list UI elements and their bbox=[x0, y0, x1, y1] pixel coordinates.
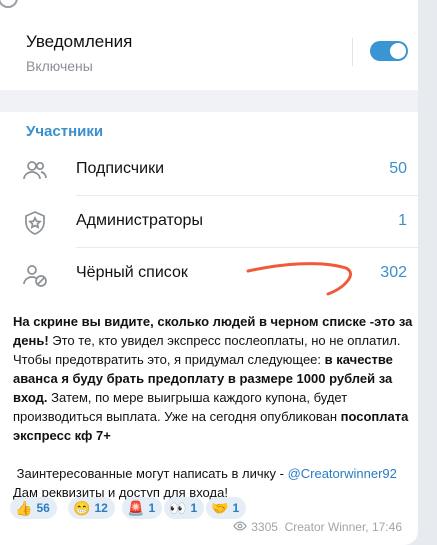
members-row-admins[interactable]: Администраторы 1 bbox=[0, 196, 418, 248]
notifications-status: Включены bbox=[26, 58, 93, 74]
reaction-count: 1 bbox=[148, 501, 156, 515]
members-row-subscribers[interactable]: Подписчики 50 bbox=[0, 144, 418, 196]
author-time: Creator Winner, 17:46 bbox=[284, 520, 402, 534]
username-link[interactable]: @Creatorwinner92 bbox=[288, 466, 397, 481]
toggle-knob bbox=[390, 43, 406, 59]
channel-info-bubble: Уведомления Включены Участники Подписчик… bbox=[0, 0, 418, 545]
reaction-handshake[interactable]: 🤝 1 bbox=[206, 497, 247, 519]
message-meta: 3305 Creator Winner, 17:46 bbox=[233, 520, 402, 534]
subscribers-icon bbox=[22, 158, 48, 184]
section-separator bbox=[0, 90, 418, 112]
views-count: 3305 bbox=[251, 520, 278, 534]
blacklist-icon bbox=[22, 262, 48, 288]
members-row-count: 50 bbox=[389, 160, 407, 177]
reaction-count: 12 bbox=[94, 501, 108, 515]
annotation-arrow bbox=[246, 262, 352, 296]
notifications-toggle[interactable] bbox=[370, 41, 408, 61]
reaction-siren[interactable]: 🚨 1 bbox=[122, 497, 163, 519]
grin-icon: 😁 bbox=[73, 499, 91, 516]
admin-shield-icon bbox=[22, 210, 48, 236]
members-row-label: Подписчики bbox=[76, 160, 165, 177]
handshake-icon: 🤝 bbox=[211, 499, 229, 516]
divider bbox=[352, 38, 353, 66]
reaction-thumbs-up[interactable]: 👍 56 bbox=[10, 497, 57, 519]
eyes-icon: 👀 bbox=[169, 499, 187, 516]
members-row-count: 302 bbox=[380, 264, 407, 281]
thumbs-up-icon: 👍 bbox=[15, 499, 33, 516]
post-text-span: Заинтересованные могут написать в личку … bbox=[16, 466, 288, 481]
reaction-eyes[interactable]: 👀 1 bbox=[164, 497, 205, 519]
post-text: На скрине вы видите, сколько людей в чер… bbox=[13, 312, 413, 502]
post-text-span: Затем, по мере выигрыша каждого купона, … bbox=[13, 390, 348, 424]
reaction-count: 56 bbox=[36, 501, 50, 515]
reaction-grin[interactable]: 😁 12 bbox=[68, 497, 115, 519]
members-row-label: Чёрный список bbox=[76, 264, 188, 281]
reaction-count: 1 bbox=[190, 501, 198, 515]
siren-icon: 🚨 bbox=[127, 499, 145, 516]
members-row-label: Администраторы bbox=[76, 212, 203, 229]
reaction-count: 1 bbox=[232, 501, 240, 515]
members-row-count: 1 bbox=[398, 212, 407, 229]
views-icon bbox=[233, 520, 248, 534]
partial-circle-icon bbox=[0, 0, 18, 8]
members-section-title: Участники bbox=[26, 123, 104, 140]
notifications-title: Уведомления bbox=[26, 32, 133, 51]
